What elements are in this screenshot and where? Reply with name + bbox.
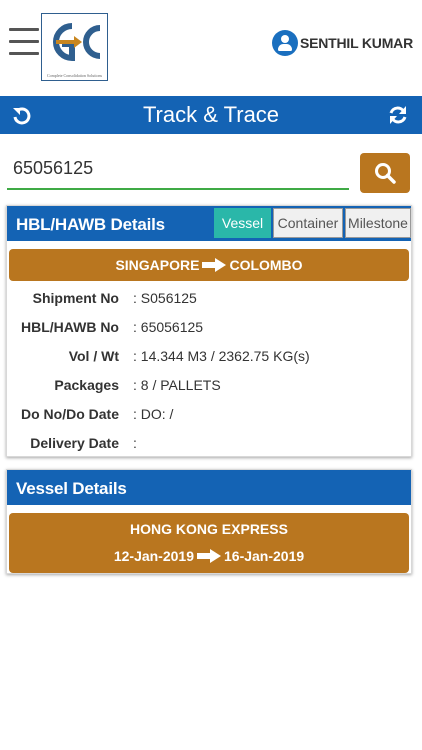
tab-container[interactable]: Container xyxy=(273,208,343,238)
field-vol-wt: Vol / Wt : 14.344 M3 / 2362.75 KG(s) xyxy=(7,348,411,368)
vessel-name: HONG KONG EXPRESS xyxy=(130,521,288,537)
user-icon xyxy=(271,30,298,56)
menu-icon[interactable] xyxy=(9,26,39,58)
field-hbl-no: HBL/HAWB No : 65056125 xyxy=(7,319,411,339)
field-value: : S056125 xyxy=(133,290,197,306)
vessel-dates: 12-Jan-2019 16-Jan-2019 xyxy=(9,548,409,564)
hbl-card-title: HBL/HAWB Details xyxy=(16,215,165,234)
field-value: : 65056125 xyxy=(133,319,204,335)
company-logo: Complete Consolidation Solutions xyxy=(41,13,108,81)
field-label: Shipment No xyxy=(32,290,119,306)
field-value: : DO: / xyxy=(133,406,174,422)
vessel-info-box: HONG KONG EXPRESS 12-Jan-2019 16-Jan-201… xyxy=(9,513,409,573)
field-packages: Packages : 8 / PALLETS xyxy=(7,377,411,397)
field-value: : 8 / PALLETS xyxy=(133,377,221,393)
field-label: Vol / Wt xyxy=(68,348,119,364)
vessel-card-title: Vessel Details xyxy=(16,479,127,498)
user-name: SENTHIL KUMAR xyxy=(299,35,413,51)
hbl-card-header: HBL/HAWB Details Vessel Container Milest… xyxy=(7,206,411,241)
arrow-right-icon xyxy=(202,258,227,272)
field-label: Do No/Do Date xyxy=(21,406,119,422)
refresh-icon[interactable] xyxy=(388,105,408,125)
tracking-number-input[interactable] xyxy=(7,148,349,190)
arrow-right-icon xyxy=(197,549,221,563)
arrival-date: 16-Jan-2019 xyxy=(224,548,305,564)
search-icon xyxy=(375,163,396,184)
app-header: Complete Consolidation Solutions SENTHIL… xyxy=(0,0,422,96)
field-label: Delivery Date xyxy=(30,435,119,451)
origin-port: SINGAPORE xyxy=(115,257,200,273)
route-banner: SINGAPORE COLOMBO xyxy=(9,249,409,281)
field-do-no: Do No/Do Date : DO: / xyxy=(7,406,411,426)
vessel-card-header: Vessel Details xyxy=(7,470,411,505)
tab-milestone[interactable]: Milestone xyxy=(345,208,411,238)
field-shipment-no: Shipment No : S056125 xyxy=(7,290,411,310)
hbl-details-card: HBL/HAWB Details Vessel Container Milest… xyxy=(6,205,412,457)
search-button[interactable] xyxy=(360,153,410,193)
destination-port: COLOMBO xyxy=(229,257,303,273)
user-profile[interactable]: SENTHIL KUMAR xyxy=(271,30,413,56)
field-value: : xyxy=(133,435,137,451)
page-title: Track & Trace xyxy=(142,102,280,127)
title-bar: Track & Trace xyxy=(0,96,422,134)
field-value: : 14.344 M3 / 2362.75 KG(s) xyxy=(133,348,310,364)
field-delivery-date: Delivery Date : xyxy=(7,435,411,455)
departure-date: 12-Jan-2019 xyxy=(113,548,194,564)
tab-vessel[interactable]: Vessel xyxy=(214,208,271,238)
field-label: HBL/HAWB No xyxy=(21,319,119,335)
logo-tagline: Complete Consolidation Solutions xyxy=(46,73,103,78)
field-label: Packages xyxy=(54,377,119,393)
vessel-details-card: Vessel Details HONG KONG EXPRESS 12-Jan-… xyxy=(6,469,412,574)
